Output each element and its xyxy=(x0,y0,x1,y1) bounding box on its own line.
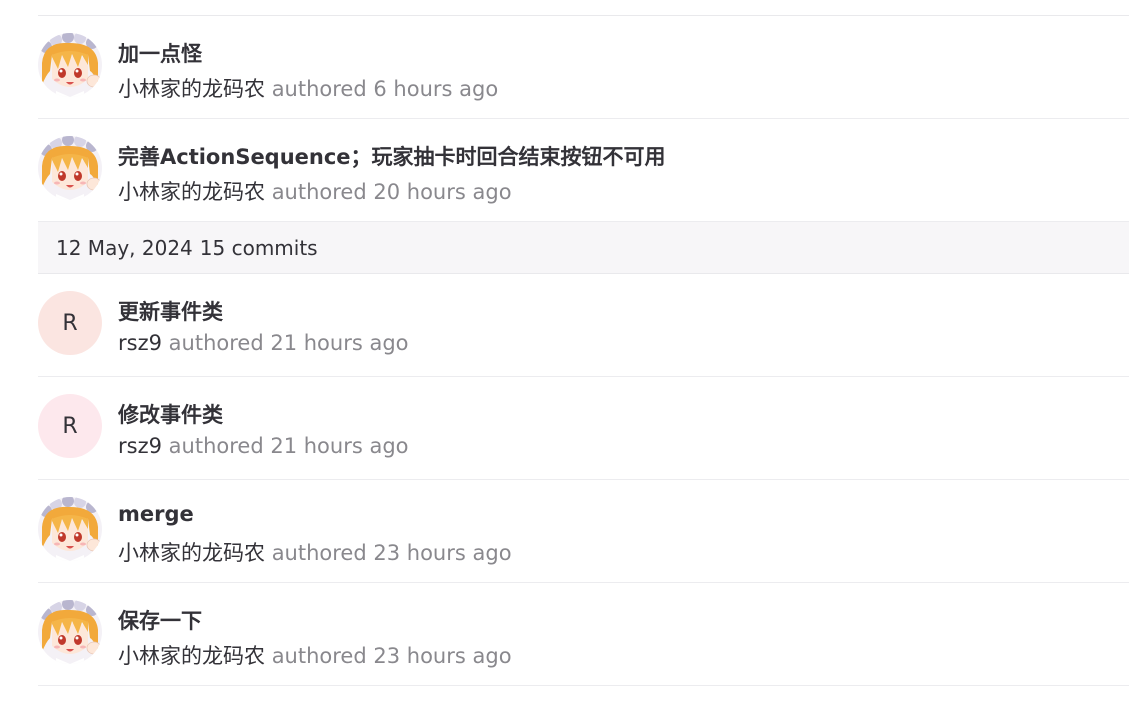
commit-time: 6 hours ago xyxy=(373,77,499,101)
commit-title[interactable]: 加一点怪 xyxy=(118,38,202,68)
author-avatar[interactable] xyxy=(38,33,102,97)
author-avatar[interactable] xyxy=(38,600,102,664)
commit-author[interactable]: 小林家的龙码农 xyxy=(118,77,265,101)
commit-row: 保存一下 小林家的龙码农 authored 23 hours ago xyxy=(38,583,1129,686)
commit-author[interactable]: rsz9 xyxy=(118,434,162,458)
authored-label: authored xyxy=(168,331,264,355)
authored-label: authored xyxy=(271,541,367,565)
commit-author[interactable]: 小林家的龙码农 xyxy=(118,644,265,668)
author-avatar[interactable]: R xyxy=(38,291,102,355)
commit-author[interactable]: rsz9 xyxy=(118,331,162,355)
commit-title[interactable]: merge xyxy=(118,502,194,526)
commit-row: merge 小林家的龙码农 authored 23 hours ago xyxy=(38,480,1129,583)
day-group-header: 12 May, 2024 15 commits xyxy=(38,222,1129,274)
commit-list: 加一点怪 小林家的龙码农 authored 6 hours ago 完善Acti… xyxy=(38,0,1129,686)
commit-time: 20 hours ago xyxy=(373,180,512,204)
commit-row: R 更新事件类 rsz9 authored 21 hours ago xyxy=(38,274,1129,377)
anime-avatar-icon xyxy=(38,497,102,561)
author-avatar[interactable]: R xyxy=(38,394,102,458)
commit-time: 23 hours ago xyxy=(373,541,512,565)
commit-time: 21 hours ago xyxy=(270,331,409,355)
commit-title[interactable]: 保存一下 xyxy=(118,605,202,635)
commit-title[interactable]: 更新事件类 xyxy=(118,296,223,326)
authored-label: authored xyxy=(271,180,367,204)
commit-author[interactable]: 小林家的龙码农 xyxy=(118,180,265,204)
authored-label: authored xyxy=(168,434,264,458)
commit-row: 完善ActionSequence；玩家抽卡时回合结束按钮不可用 小林家的龙码农 … xyxy=(38,119,1129,222)
commit-meta: rsz9 authored 21 hours ago xyxy=(118,331,409,355)
commit-title[interactable]: 修改事件类 xyxy=(118,399,223,429)
commit-author[interactable]: 小林家的龙码农 xyxy=(118,541,265,565)
commit-time: 21 hours ago xyxy=(270,434,409,458)
day-group-commit-count: 15 commits xyxy=(199,235,318,260)
commit-row: R 修改事件类 rsz9 authored 21 hours ago xyxy=(38,377,1129,480)
anime-avatar-icon xyxy=(38,33,102,97)
author-avatar[interactable] xyxy=(38,497,102,561)
commit-meta: 小林家的龙码农 authored 6 hours ago xyxy=(118,73,498,103)
author-avatar[interactable] xyxy=(38,136,102,200)
commit-meta: 小林家的龙码农 authored 23 hours ago xyxy=(118,640,512,670)
commit-meta: rsz9 authored 21 hours ago xyxy=(118,434,409,458)
day-group-date: 12 May, 2024 xyxy=(56,235,193,260)
anime-avatar-icon xyxy=(38,600,102,664)
authored-label: authored xyxy=(271,77,367,101)
commit-row: 加一点怪 小林家的龙码农 authored 6 hours ago xyxy=(38,16,1129,119)
commit-meta: 小林家的龙码农 authored 20 hours ago xyxy=(118,176,512,206)
authored-label: authored xyxy=(271,644,367,668)
commit-meta: 小林家的龙码农 authored 23 hours ago xyxy=(118,537,512,567)
commit-time: 23 hours ago xyxy=(373,644,512,668)
anime-avatar-icon xyxy=(38,136,102,200)
commit-title[interactable]: 完善ActionSequence；玩家抽卡时回合结束按钮不可用 xyxy=(118,141,666,171)
list-top-divider xyxy=(38,0,1129,16)
